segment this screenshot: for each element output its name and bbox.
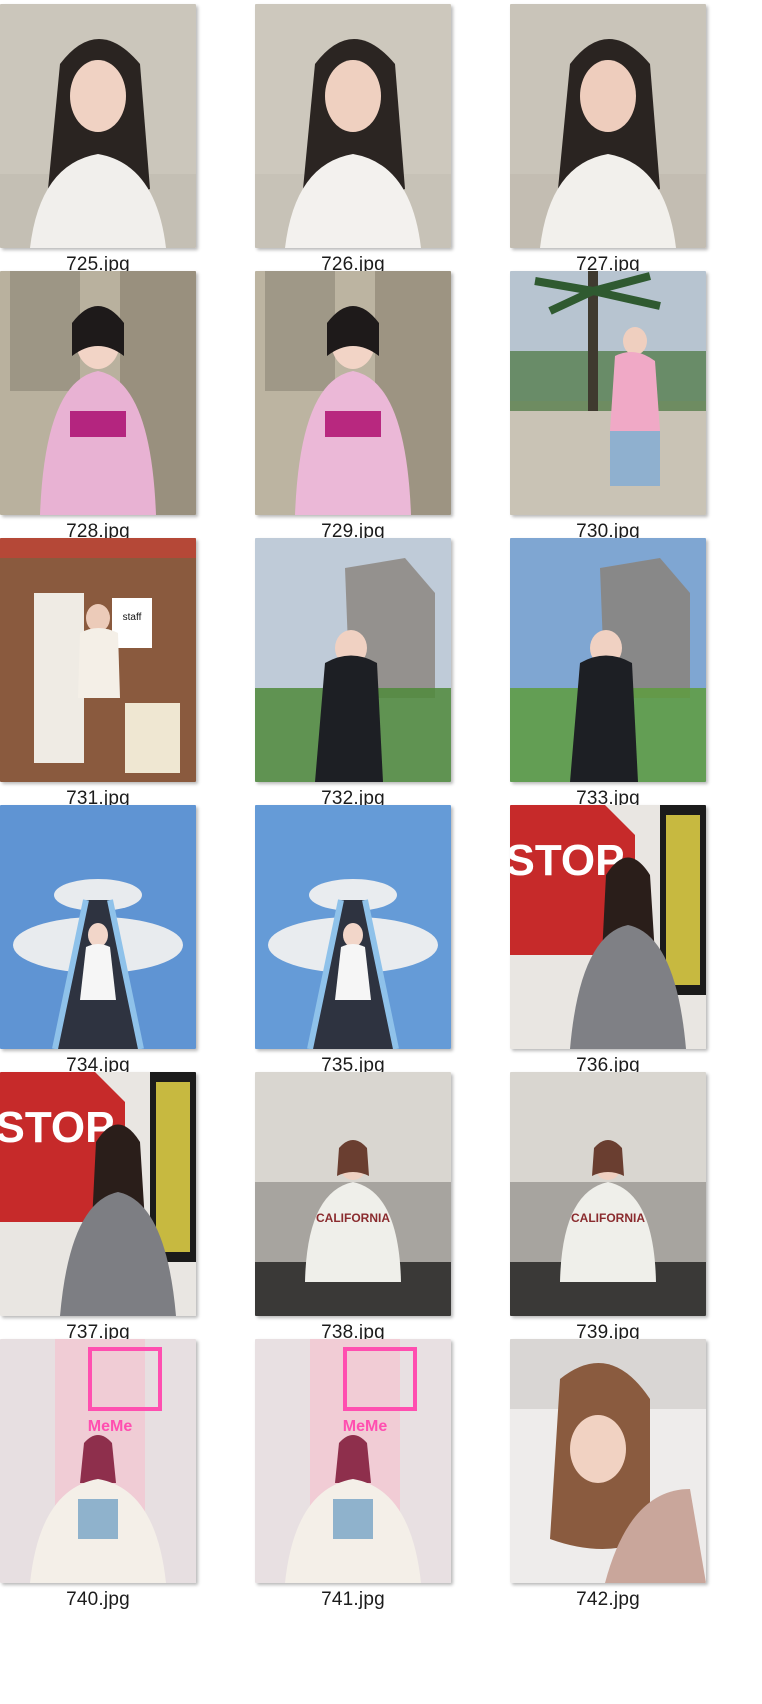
file-item[interactable]: MeMe 741.jpg <box>255 1335 451 1610</box>
thumbnail-image <box>510 4 706 248</box>
svg-text:staff: staff <box>123 612 142 623</box>
file-thumbnail[interactable] <box>255 538 451 782</box>
file-item[interactable]: 725.jpg <box>0 0 196 275</box>
file-item[interactable]: 742.jpg <box>510 1335 706 1610</box>
thumbnail-image <box>255 271 451 515</box>
file-item[interactable]: CALIFORNIA 739.jpg <box>510 1068 706 1343</box>
file-thumbnail[interactable] <box>510 538 706 782</box>
file-item[interactable]: 729.jpg <box>255 267 451 542</box>
file-item[interactable]: 735.jpg <box>255 801 451 1076</box>
file-name-label[interactable]: 741.jpg <box>255 1589 451 1611</box>
thumbnail-image <box>255 538 451 782</box>
file-item[interactable]: staff 731.jpg <box>0 534 196 809</box>
file-thumbnail[interactable] <box>510 271 706 515</box>
thumbnail-image <box>0 805 196 1049</box>
file-thumbnail[interactable] <box>255 271 451 515</box>
file-thumbnail[interactable]: MeMe <box>0 1339 196 1583</box>
svg-text:CALIFORNIA: CALIFORNIA <box>316 1211 390 1225</box>
file-thumbnail[interactable] <box>0 805 196 1049</box>
svg-text:CALIFORNIA: CALIFORNIA <box>571 1211 645 1225</box>
file-item[interactable]: MeMe 740.jpg <box>0 1335 196 1610</box>
file-thumbnail[interactable]: STOP <box>0 1072 196 1316</box>
thumbnail-image: CALIFORNIA <box>510 1072 706 1316</box>
thumbnail-image <box>255 4 451 248</box>
file-item[interactable]: 730.jpg <box>510 267 706 542</box>
thumbnail-image: STOP <box>510 805 706 1049</box>
file-item[interactable]: 727.jpg <box>510 0 706 275</box>
file-thumbnail[interactable] <box>510 1339 706 1583</box>
thumbnail-image: MeMe <box>255 1339 451 1583</box>
thumbnail-image: staff <box>0 538 196 782</box>
file-item[interactable]: STOP 736.jpg <box>510 801 706 1076</box>
thumbnail-image <box>0 4 196 248</box>
file-thumbnail[interactable] <box>510 4 706 248</box>
file-thumbnail[interactable]: MeMe <box>255 1339 451 1583</box>
file-item[interactable]: 734.jpg <box>0 801 196 1076</box>
file-item[interactable]: 733.jpg <box>510 534 706 809</box>
thumbnail-image <box>0 271 196 515</box>
file-item[interactable]: 728.jpg <box>0 267 196 542</box>
file-thumbnail[interactable] <box>0 271 196 515</box>
file-item[interactable]: 726.jpg <box>255 0 451 275</box>
file-item[interactable]: STOP 737.jpg <box>0 1068 196 1343</box>
file-thumbnail[interactable]: staff <box>0 538 196 782</box>
thumbnail-image: STOP <box>0 1072 196 1316</box>
file-thumbnail[interactable] <box>0 4 196 248</box>
file-name-label[interactable]: 742.jpg <box>510 1589 706 1611</box>
thumbnail-image: MeMe <box>0 1339 196 1583</box>
file-name-label[interactable]: 740.jpg <box>0 1589 196 1611</box>
thumbnail-image <box>255 805 451 1049</box>
file-thumbnail[interactable]: STOP <box>510 805 706 1049</box>
thumbnail-image <box>510 1339 706 1583</box>
file-item[interactable]: CALIFORNIA 738.jpg <box>255 1068 451 1343</box>
file-thumbnail[interactable]: CALIFORNIA <box>255 1072 451 1316</box>
thumbnail-grid: 725.jpg 726.jpg 727.jpg 728.jpg 729.jpg 730.j… <box>0 0 762 1704</box>
svg-text:MeMe: MeMe <box>343 1418 388 1435</box>
thumbnail-image <box>510 538 706 782</box>
file-thumbnail[interactable] <box>255 805 451 1049</box>
thumbnail-image: CALIFORNIA <box>255 1072 451 1316</box>
thumbnail-image <box>510 271 706 515</box>
svg-text:MeMe: MeMe <box>88 1418 133 1435</box>
file-thumbnail[interactable]: CALIFORNIA <box>510 1072 706 1316</box>
file-thumbnail[interactable] <box>255 4 451 248</box>
file-item[interactable]: 732.jpg <box>255 534 451 809</box>
